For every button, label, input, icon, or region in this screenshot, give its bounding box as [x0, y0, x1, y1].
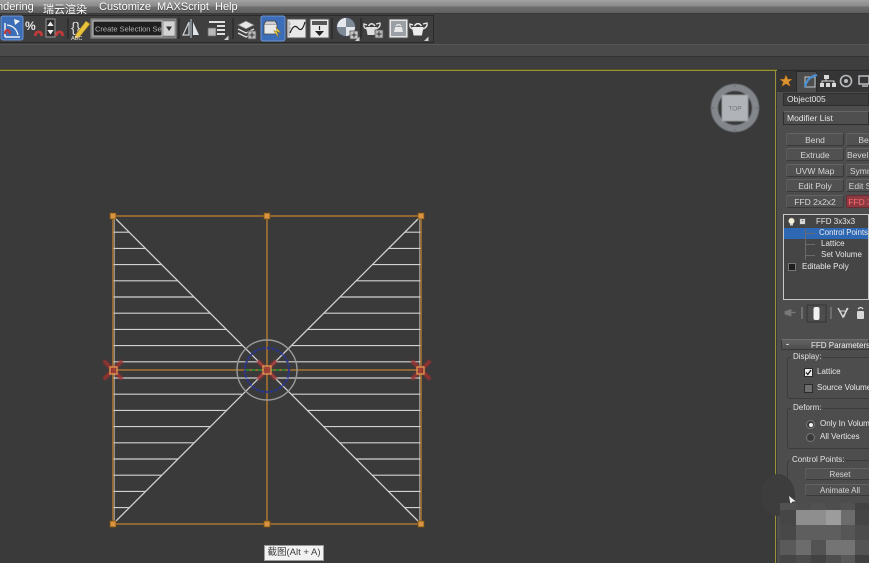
svg-text:TOP: TOP	[728, 106, 741, 113]
